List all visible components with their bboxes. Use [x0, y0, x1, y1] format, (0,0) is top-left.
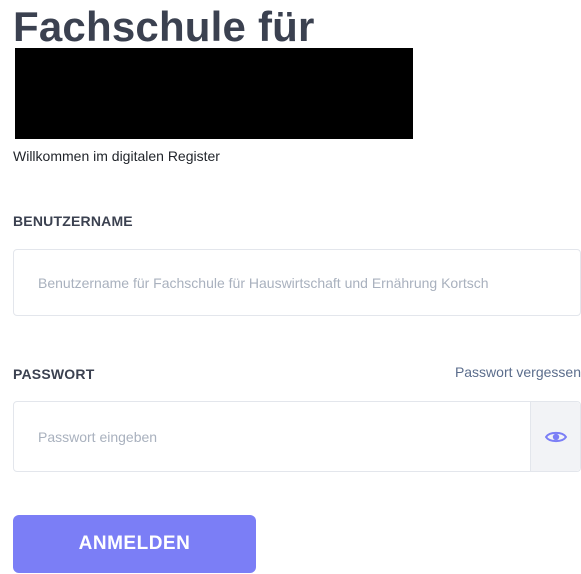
eye-icon — [544, 431, 567, 442]
toggle-password-visibility-button[interactable] — [530, 402, 580, 471]
login-page: Fachschule für Willkommen im digitalen R… — [0, 0, 581, 574]
forgot-password-link[interactable]: Passwort vergessen — [455, 364, 581, 380]
login-button[interactable]: ANMELDEN — [13, 515, 256, 573]
username-label: BENUTZERNAME — [13, 213, 133, 229]
username-input[interactable] — [38, 250, 568, 315]
username-field[interactable] — [13, 249, 581, 316]
page-title: Fachschule für — [13, 3, 315, 50]
page-subtitle: Willkommen im digitalen Register — [13, 148, 220, 164]
password-field[interactable] — [13, 401, 581, 472]
password-label: PASSWORT — [13, 366, 95, 382]
redaction-block — [15, 48, 413, 139]
password-input[interactable] — [38, 402, 518, 471]
